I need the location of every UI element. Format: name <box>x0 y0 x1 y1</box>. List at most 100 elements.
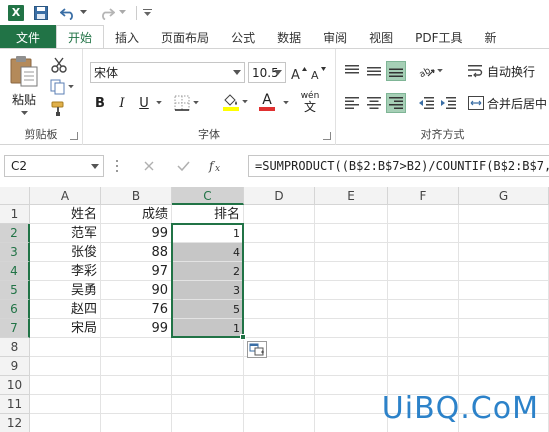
row-header-4[interactable]: 4 <box>0 262 30 281</box>
cell-c2[interactable]: 1 <box>172 224 244 243</box>
cell-c1[interactable]: 排名 <box>172 205 244 224</box>
select-all-corner[interactable] <box>0 187 30 205</box>
cell-g6[interactable] <box>459 300 549 319</box>
font-color-dropdown[interactable] <box>281 93 291 113</box>
cell-f8[interactable] <box>388 338 459 357</box>
save-button[interactable] <box>34 0 48 25</box>
underline-button[interactable]: U <box>134 93 154 113</box>
cell-g3[interactable] <box>459 243 549 262</box>
paste-button[interactable]: 粘贴 <box>6 55 42 117</box>
cell-e6[interactable] <box>315 300 388 319</box>
column-header-a[interactable]: A <box>30 187 101 205</box>
customize-toolbar-button[interactable] <box>143 0 152 25</box>
cell-b12[interactable] <box>101 414 172 432</box>
cell-e8[interactable] <box>315 338 388 357</box>
insert-function-button[interactable]: f x <box>200 155 234 177</box>
align-middle-button[interactable] <box>364 61 384 81</box>
tab-review[interactable]: 审阅 <box>312 25 358 49</box>
underline-dropdown[interactable] <box>154 93 164 113</box>
align-center-button[interactable] <box>364 93 384 113</box>
name-box[interactable]: C2 <box>4 155 104 177</box>
cell-a12[interactable] <box>30 414 101 432</box>
cell-b6[interactable]: 76 <box>101 300 172 319</box>
formula-input[interactable]: =SUMPRODUCT((B$2:B$7>B2)/COUNTIF(B$2:B$7… <box>248 155 549 177</box>
bold-button[interactable]: B <box>90 93 110 113</box>
row-header-5[interactable]: 5 <box>0 281 30 300</box>
cell-g5[interactable] <box>459 281 549 300</box>
cell-d11[interactable] <box>244 395 315 414</box>
copy-button[interactable] <box>48 77 76 97</box>
cell-g9[interactable] <box>459 357 549 376</box>
cell-a9[interactable] <box>30 357 101 376</box>
cell-e3[interactable] <box>315 243 388 262</box>
cell-d6[interactable] <box>244 300 315 319</box>
cell-e12[interactable] <box>315 414 388 432</box>
cell-a2[interactable]: 范军 <box>30 224 101 243</box>
row-header-8[interactable]: 8 <box>0 338 30 357</box>
cell-a1[interactable]: 姓名 <box>30 205 101 224</box>
cell-a5[interactable]: 吴勇 <box>30 281 101 300</box>
font-size-combo[interactable]: 10.5 <box>248 62 286 83</box>
redo-dropdown[interactable] <box>119 0 126 25</box>
cell-c5[interactable]: 3 <box>172 281 244 300</box>
confirm-entry-button[interactable] <box>166 155 200 177</box>
cell-a3[interactable]: 张俊 <box>30 243 101 262</box>
cell-e7[interactable] <box>315 319 388 338</box>
row-header-10[interactable]: 10 <box>0 376 30 395</box>
cell-e9[interactable] <box>315 357 388 376</box>
cell-c7[interactable]: 1 <box>172 319 244 338</box>
cell-d3[interactable] <box>244 243 315 262</box>
row-header-2[interactable]: 2 <box>0 224 30 243</box>
cell-d12[interactable] <box>244 414 315 432</box>
row-header-3[interactable]: 3 <box>0 243 30 262</box>
tab-home[interactable]: 开始 <box>56 25 105 49</box>
cell-a10[interactable] <box>30 376 101 395</box>
column-header-e[interactable]: E <box>315 187 388 205</box>
cell-b7[interactable]: 99 <box>101 319 172 338</box>
cell-a7[interactable]: 宋局 <box>30 319 101 338</box>
row-header-6[interactable]: 6 <box>0 300 30 319</box>
cell-g7[interactable] <box>459 319 549 338</box>
cell-a11[interactable] <box>30 395 101 414</box>
cell-c10[interactable] <box>172 376 244 395</box>
font-color-button[interactable]: A <box>253 91 281 113</box>
row-header-11[interactable]: 11 <box>0 395 30 414</box>
fill-color-button[interactable] <box>221 91 249 113</box>
cell-f6[interactable] <box>388 300 459 319</box>
column-header-g[interactable]: G <box>459 187 549 205</box>
orientation-button[interactable]: ab <box>416 61 446 81</box>
column-header-b[interactable]: B <box>101 187 172 205</box>
undo-dropdown[interactable] <box>80 0 87 25</box>
cell-b10[interactable] <box>101 376 172 395</box>
cell-e10[interactable] <box>315 376 388 395</box>
cell-f7[interactable] <box>388 319 459 338</box>
cell-e2[interactable] <box>315 224 388 243</box>
cell-a6[interactable]: 赵四 <box>30 300 101 319</box>
align-left-button[interactable] <box>342 93 362 113</box>
tab-data[interactable]: 数据 <box>266 25 312 49</box>
cell-c12[interactable] <box>172 414 244 432</box>
column-header-c[interactable]: C <box>172 187 244 205</box>
align-bottom-button[interactable] <box>386 61 406 81</box>
cell-g4[interactable] <box>459 262 549 281</box>
cell-f9[interactable] <box>388 357 459 376</box>
phonetic-guide-button[interactable]: wén 文 <box>297 89 323 115</box>
cell-c9[interactable] <box>172 357 244 376</box>
cell-e5[interactable] <box>315 281 388 300</box>
cell-f4[interactable] <box>388 262 459 281</box>
cell-d9[interactable] <box>244 357 315 376</box>
cell-c6[interactable]: 5 <box>172 300 244 319</box>
wrap-text-button[interactable]: 自动换行 <box>468 61 548 81</box>
cell-b3[interactable]: 88 <box>101 243 172 262</box>
cell-d4[interactable] <box>244 262 315 281</box>
cell-f2[interactable] <box>388 224 459 243</box>
tab-new[interactable]: 新 <box>474 25 508 49</box>
cell-d1[interactable] <box>244 205 315 224</box>
cell-g8[interactable] <box>459 338 549 357</box>
row-header-9[interactable]: 9 <box>0 357 30 376</box>
cell-a4[interactable]: 李彩 <box>30 262 101 281</box>
font-dialog-launcher[interactable] <box>323 132 331 140</box>
shrink-font-button[interactable]: A <box>310 62 328 83</box>
cell-b2[interactable]: 99 <box>101 224 172 243</box>
italic-button[interactable]: I <box>112 93 132 113</box>
